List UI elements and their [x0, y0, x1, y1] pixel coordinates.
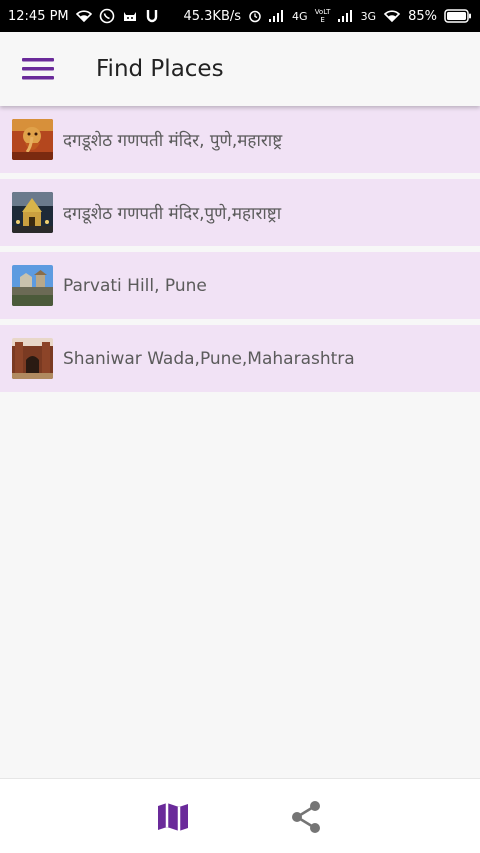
map-icon	[158, 802, 188, 831]
wifi-icon	[383, 9, 401, 23]
bottom-navigation	[0, 778, 480, 853]
app-toolbar: Find Places	[0, 32, 480, 106]
network-speed: 45.3KB/s	[183, 8, 242, 24]
list-item[interactable]: Shaniwar Wada,Pune,Maharashtra	[0, 325, 480, 392]
status-left: 12:45 PM	[8, 8, 159, 24]
place-name: Shaniwar Wada,Pune,Maharashtra	[63, 348, 355, 369]
share-button[interactable]	[276, 779, 336, 853]
status-time: 12:45 PM	[8, 8, 69, 24]
hamburger-menu-icon	[22, 58, 54, 80]
place-name: दगडूशेठ गणपती मंदिर,पुणे,महाराष्ट्रा	[63, 204, 282, 224]
temple-night-image	[12, 192, 53, 233]
alarm-icon	[248, 9, 262, 23]
signal-icon	[337, 10, 354, 22]
place-name: Parvati Hill, Pune	[63, 275, 207, 296]
menu-button[interactable]	[0, 32, 76, 106]
status-bar: 12:45 PM 45.3KB/s 4G VoLTE 3G 85%	[0, 0, 480, 32]
battery-icon	[444, 9, 472, 23]
status-right: 45.3KB/s 4G VoLTE 3G 85%	[183, 8, 472, 24]
page-title: Find Places	[96, 56, 224, 82]
u-icon	[145, 9, 159, 23]
list-item[interactable]: दगडूशेठ गणपती मंदिर, पुणे,महाराष्ट्र	[0, 106, 480, 173]
list-item[interactable]: Parvati Hill, Pune	[0, 252, 480, 319]
network-4g: 4G	[292, 9, 308, 23]
ganpati-idol-image	[12, 119, 53, 160]
map-button[interactable]	[143, 779, 203, 853]
list-item[interactable]: दगडूशेठ गणपती मंदिर,पुणे,महाराष्ट्रा	[0, 179, 480, 246]
place-name: दगडूशेठ गणपती मंदिर, पुणे,महाराष्ट्र	[63, 131, 283, 151]
whatsapp-icon	[99, 8, 115, 24]
parvati-hill-image	[12, 265, 53, 306]
share-icon	[292, 800, 320, 833]
places-list: दगडूशेठ गणपती मंदिर, पुणे,महाराष्ट्र दगड…	[0, 106, 480, 398]
battery-percent: 85%	[408, 8, 437, 24]
shaniwar-wada-image	[12, 338, 53, 379]
volte-badge: VoLTE	[314, 8, 331, 24]
signal-icon	[269, 10, 285, 22]
wifi-icon	[75, 9, 92, 23]
network-3g: 3G	[360, 9, 377, 23]
cat-icon	[122, 9, 138, 23]
